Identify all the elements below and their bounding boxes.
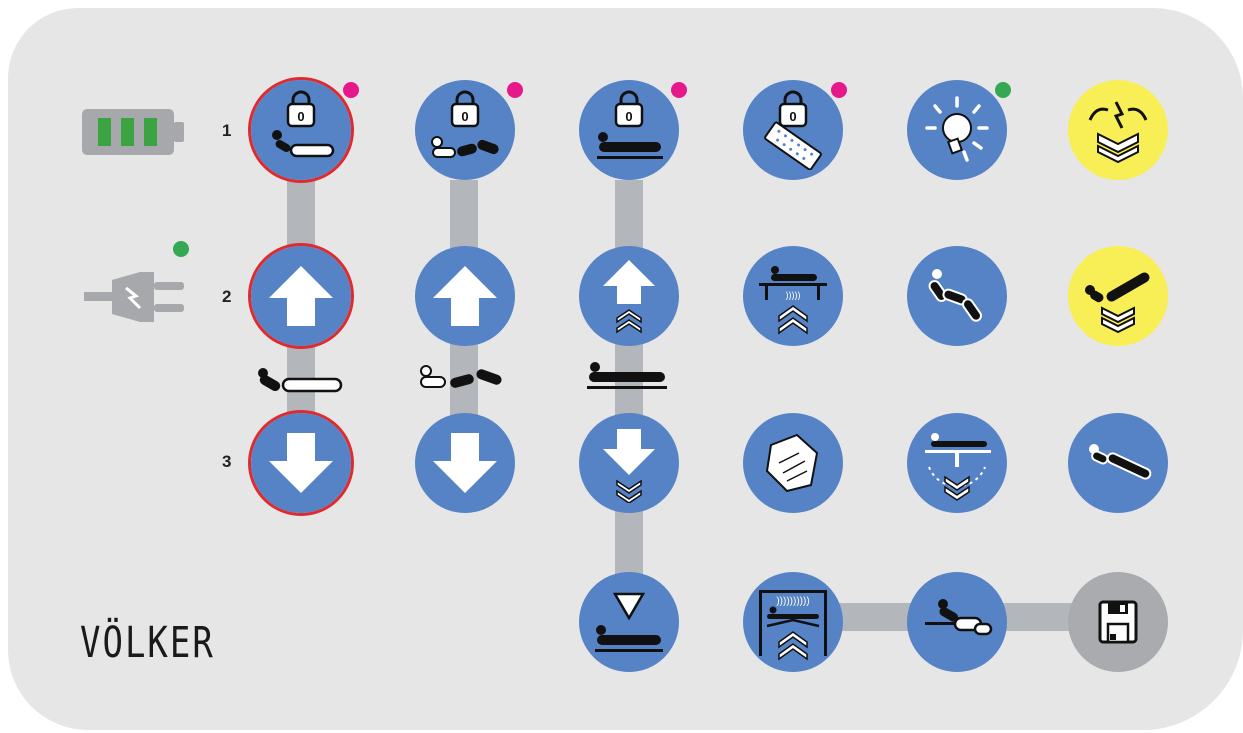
lock-leg-sections-button[interactable]: 0 (415, 80, 515, 180)
patient-position-button[interactable] (907, 572, 1007, 672)
brand-logo: VÖLKER (80, 618, 215, 668)
row-number-3: 3 (222, 452, 232, 471)
battery-icon (82, 109, 186, 155)
svg-text:))))): ))))) (786, 290, 801, 300)
light-bulb-icon (925, 96, 989, 162)
knee-up-button[interactable] (415, 246, 515, 346)
trendelenburg-adjust-button[interactable] (907, 413, 1007, 513)
emergency-position-icon (1088, 101, 1148, 164)
tilt-adjust-icon (925, 433, 991, 501)
lock-head-section-button[interactable]: 0 (251, 80, 351, 180)
head-up-button[interactable] (251, 246, 351, 346)
cardiac-chair-button[interactable] (1068, 246, 1168, 346)
chair-position-button[interactable] (907, 246, 1007, 346)
row-number-2: 2 (222, 287, 232, 306)
patient-position-icon (925, 599, 993, 636)
lock-label: 0 (297, 109, 304, 124)
height-label-icon (583, 360, 673, 392)
lock-height-button[interactable]: 0 (579, 80, 679, 180)
light-status-led (995, 82, 1011, 98)
bed-extension-up-button[interactable]: ))))) (743, 246, 843, 346)
locked-backrest-icon: 0 (272, 90, 335, 158)
lowest-position-button[interactable] (579, 572, 679, 672)
floppy-disk-icon (1098, 600, 1138, 644)
reverse-trendelenburg-button[interactable] (1068, 413, 1168, 513)
locked-legrest-icon: 0 (431, 90, 499, 158)
height-up-button[interactable] (579, 246, 679, 346)
emergency-trendelenburg-button[interactable] (1068, 80, 1168, 180)
cpr-hands-icon (765, 433, 819, 493)
leg-section-label-icon (418, 364, 508, 392)
bed-frame-icon: )))))))))) (759, 590, 827, 661)
head-down-button[interactable] (251, 413, 351, 513)
bed-frame-up-icon: ))))) (759, 266, 827, 335)
save-memory-button[interactable] (1068, 572, 1168, 672)
lock-mattress-button[interactable]: 0 (743, 80, 843, 180)
lock-indicator-led (343, 82, 359, 98)
power-plug-icon (84, 266, 194, 328)
head-section-label-icon (255, 366, 345, 394)
cardiac-chair-icon (1085, 272, 1150, 334)
arrow-up-icon (269, 266, 333, 326)
light-button[interactable] (907, 80, 1007, 180)
lock-indicator-led (671, 82, 687, 98)
arrow-down-icon (269, 433, 333, 493)
row-number-1: 1 (222, 121, 232, 140)
height-down-button[interactable] (579, 413, 679, 513)
chair-position-icon (928, 269, 983, 322)
lock-indicator-led (831, 82, 847, 98)
svg-text:)))))))))): )))))))))) (776, 596, 809, 607)
flat-tilt-icon (1089, 444, 1152, 480)
cpr-button[interactable] (743, 413, 843, 513)
locked-mattress-icon: 0 (764, 90, 822, 170)
locked-height-icon: 0 (597, 90, 663, 159)
bed-frame-height-button[interactable]: )))))))))) (743, 572, 843, 672)
power-status-led (173, 241, 189, 257)
arrow-up-icon (433, 266, 497, 326)
lock-label: 0 (625, 109, 632, 124)
height-down-icon (603, 429, 655, 503)
lock-label: 0 (461, 109, 468, 124)
lock-label: 0 (789, 109, 796, 124)
lock-indicator-led (507, 82, 523, 98)
knee-down-button[interactable] (415, 413, 515, 513)
height-up-icon (603, 260, 655, 334)
lowest-position-icon (595, 592, 663, 652)
arrow-down-icon (433, 433, 497, 493)
